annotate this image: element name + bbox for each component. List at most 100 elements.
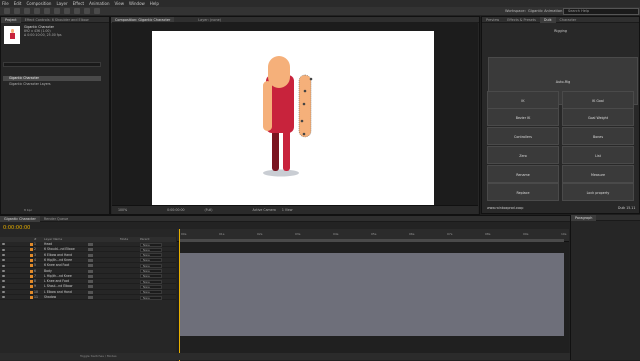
menu-animation[interactable]: Animation: [89, 1, 109, 6]
layer-row[interactable]: 11 Shadow None: [0, 295, 176, 301]
layer-switch-icon[interactable]: [88, 248, 93, 252]
visibility-eye-icon[interactable]: [2, 253, 5, 256]
layer-label-color[interactable]: [30, 264, 33, 268]
project-item-comp[interactable]: Gigantic Character: [3, 76, 101, 81]
parent-select[interactable]: None: [140, 279, 162, 284]
ik-goal-button[interactable]: IK Goal: [562, 91, 634, 109]
bezier-ik-button[interactable]: Bezier IK: [487, 108, 559, 126]
visibility-eye-icon[interactable]: [2, 269, 5, 272]
layer-switch-icon[interactable]: [88, 285, 93, 289]
layer-switch-icon[interactable]: [88, 290, 93, 294]
tab-paragraph[interactable]: Paragraph: [571, 214, 597, 221]
tab-timeline-comp[interactable]: Gigantic Character: [0, 215, 40, 222]
menu-file[interactable]: File: [2, 1, 9, 6]
measure-button[interactable]: Measure: [562, 165, 634, 183]
layer-name[interactable]: Shadow: [44, 295, 56, 300]
tab-preview[interactable]: Preview: [482, 17, 503, 23]
menu-layer[interactable]: Layer: [56, 1, 67, 6]
parent-select[interactable]: None: [140, 247, 162, 252]
tab-effect-controls[interactable]: Effect Controls: 6 Shoulder and Elbow: [21, 17, 93, 23]
menu-window[interactable]: Window: [129, 1, 145, 6]
selection-tool-icon[interactable]: [4, 8, 10, 14]
rig-handle[interactable]: [303, 89, 307, 93]
pen-tool-icon[interactable]: [64, 8, 70, 14]
visibility-eye-icon[interactable]: [2, 264, 5, 267]
layer-switch-icon[interactable]: [88, 296, 93, 299]
layer-duration-bars[interactable]: [179, 253, 564, 336]
parent-select[interactable]: None: [140, 269, 162, 274]
rotate-tool-icon[interactable]: [34, 8, 40, 14]
visibility-eye-icon[interactable]: [2, 296, 5, 299]
zoom-select[interactable]: 100%: [118, 208, 127, 212]
layer-label-color[interactable]: [30, 285, 33, 289]
bit-depth[interactable]: 8 bpc: [24, 208, 32, 212]
current-time-indicator[interactable]: [179, 229, 180, 361]
menu-composition[interactable]: Composition: [26, 1, 51, 6]
layer-label-color[interactable]: [30, 296, 33, 299]
ik-button[interactable]: IK: [487, 91, 559, 109]
text-tool-icon[interactable]: [74, 8, 80, 14]
goal-weight-button[interactable]: Goal Weight: [562, 108, 634, 126]
puppet-tool-icon[interactable]: [94, 8, 100, 14]
layer-label-color[interactable]: [30, 290, 33, 294]
visibility-eye-icon[interactable]: [2, 248, 5, 251]
bones-button[interactable]: Bones: [562, 127, 634, 145]
visibility-eye-icon[interactable]: [2, 243, 5, 246]
layer-label-color[interactable]: [30, 280, 33, 284]
layer-label-color[interactable]: [30, 253, 33, 257]
rename-button[interactable]: Rename: [487, 165, 559, 183]
layer-label-color[interactable]: [30, 243, 33, 246]
layer-switch-icon[interactable]: [88, 253, 93, 257]
pan-behind-tool-icon[interactable]: [54, 8, 60, 14]
views-select[interactable]: 1 View: [282, 208, 293, 212]
resolution-select[interactable]: (Full): [205, 208, 213, 212]
menu-effect[interactable]: Effect: [73, 1, 85, 6]
layer-switch-icon[interactable]: [88, 264, 93, 268]
search-help-input[interactable]: Search Help: [563, 8, 639, 15]
comp-canvas[interactable]: [152, 31, 434, 205]
tab-effects-presets[interactable]: Effects & Presets: [503, 17, 540, 23]
tab-duik[interactable]: Duik: [539, 16, 556, 23]
project-search-input[interactable]: [3, 62, 101, 67]
controllers-button[interactable]: Controllers: [487, 127, 559, 145]
timeline-status[interactable]: Toggle Switches / Modes: [0, 353, 570, 360]
brush-tool-icon[interactable]: [84, 8, 90, 14]
parent-select[interactable]: None: [140, 274, 162, 279]
rig-handle[interactable]: [309, 77, 313, 81]
hand-tool-icon[interactable]: [14, 8, 20, 14]
rig-handle[interactable]: [302, 132, 306, 136]
menu-view[interactable]: View: [115, 1, 125, 6]
visibility-eye-icon[interactable]: [2, 259, 5, 262]
zoom-tool-icon[interactable]: [24, 8, 30, 14]
parent-select[interactable]: None: [140, 253, 162, 258]
layer-label-color[interactable]: [30, 258, 33, 262]
layer-switch-icon[interactable]: [88, 258, 93, 262]
parent-select[interactable]: None: [140, 295, 162, 300]
tab-render-queue[interactable]: Render Queue: [40, 216, 72, 222]
replace-button[interactable]: Replace: [487, 183, 559, 201]
parent-select[interactable]: None: [140, 258, 162, 263]
zero-button[interactable]: Zero: [487, 146, 559, 164]
list-button[interactable]: List: [562, 146, 634, 164]
visibility-eye-icon[interactable]: [2, 275, 5, 278]
rig-handle[interactable]: [302, 102, 306, 106]
parent-select[interactable]: None: [140, 242, 162, 247]
visibility-eye-icon[interactable]: [2, 291, 5, 294]
right-arm-shape[interactable]: [298, 74, 312, 138]
layer-switch-icon[interactable]: [88, 274, 93, 278]
visibility-eye-icon[interactable]: [2, 285, 5, 288]
duik-url-link[interactable]: www.rainboxprod.coop: [487, 206, 523, 210]
layer-switch-icon[interactable]: [88, 269, 93, 273]
camera-tool-icon[interactable]: [44, 8, 50, 14]
viewer-timecode[interactable]: 0:00:00:00: [167, 208, 184, 212]
parent-select[interactable]: None: [140, 263, 162, 268]
tab-character[interactable]: Character: [556, 17, 581, 23]
menu-help[interactable]: Help: [150, 1, 159, 6]
tab-project[interactable]: Project: [1, 16, 21, 23]
menu-edit[interactable]: Edit: [14, 1, 22, 6]
parent-select[interactable]: None: [140, 290, 162, 295]
project-item-folder[interactable]: Gigantic Character Layers: [3, 82, 101, 87]
rig-handle[interactable]: [300, 119, 304, 123]
parent-select[interactable]: None: [140, 284, 162, 289]
camera-select[interactable]: Active Camera: [252, 208, 275, 212]
